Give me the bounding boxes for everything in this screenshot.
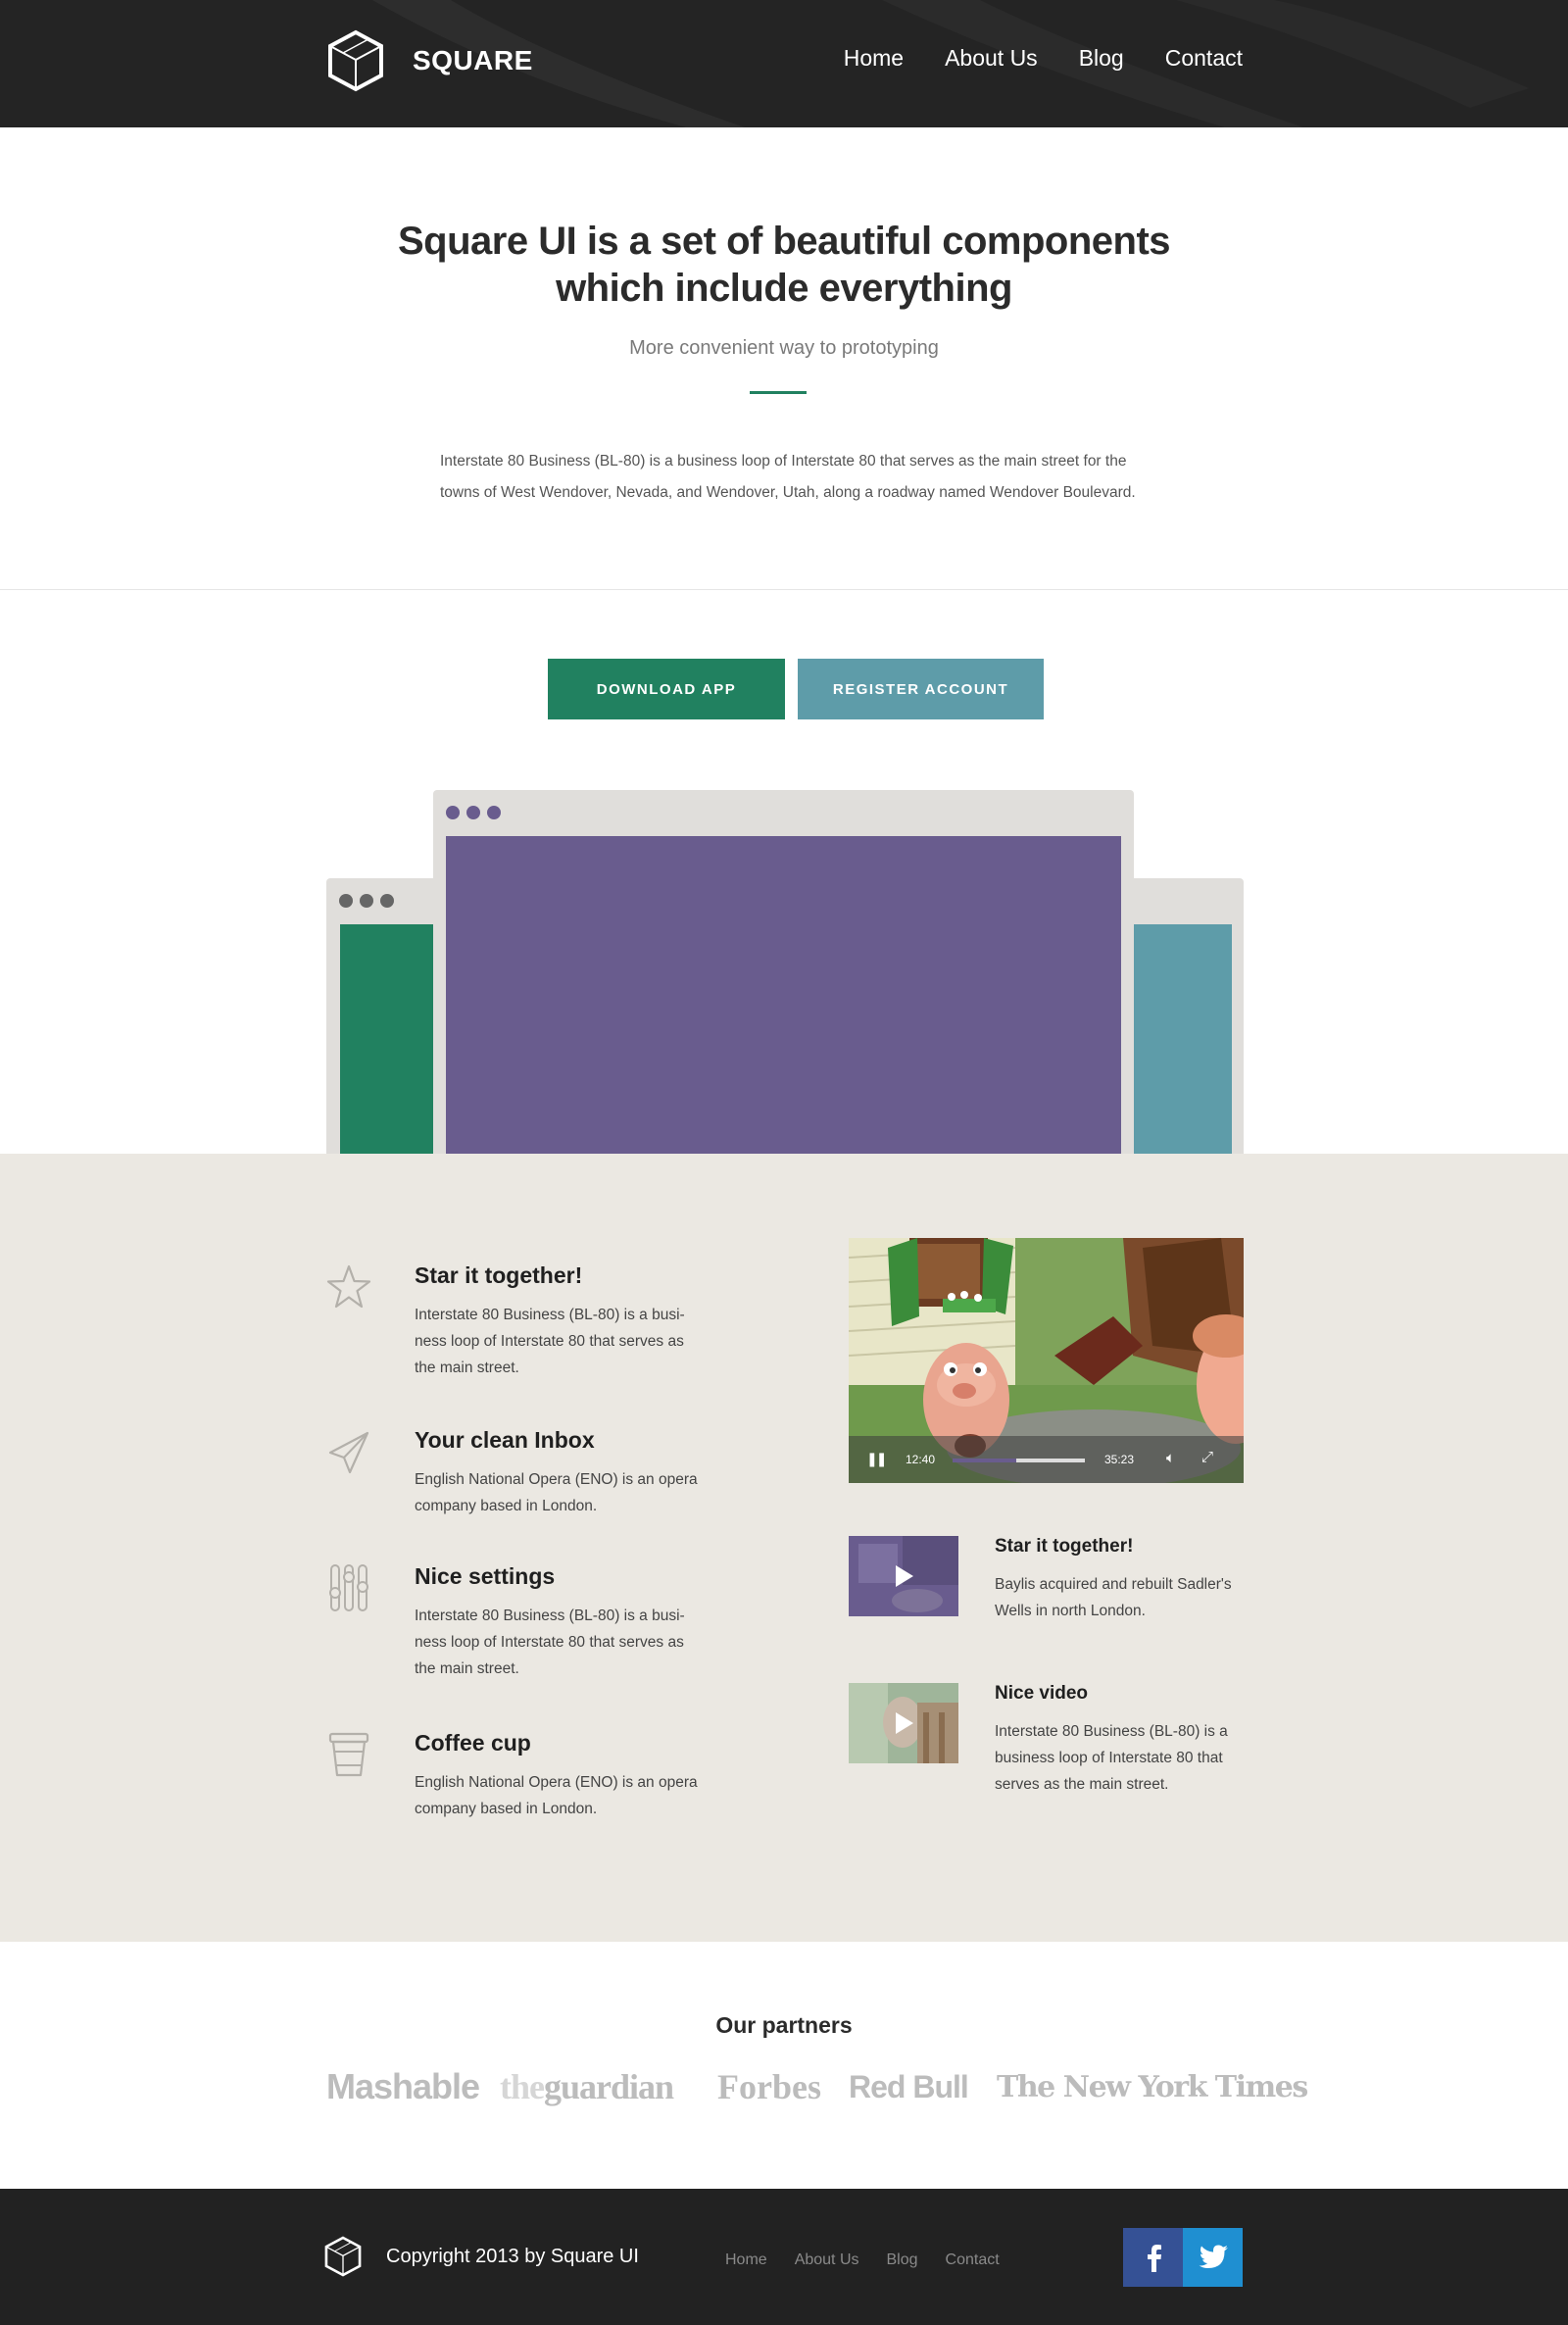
facebook-icon [1147,2245,1161,2272]
nav-contact[interactable]: Contact [1165,45,1243,72]
play-icon [896,1712,913,1734]
video-seek-bar[interactable] [953,1459,1085,1462]
footer-nav-contact[interactable]: Contact [946,2251,1000,2269]
fullscreen-icon[interactable]: ⤢ [1201,1449,1213,1465]
window-dot [360,894,373,908]
browser-pane-green [340,924,434,1155]
footer-copyright: Copyright 2013 by Square UI [386,2245,639,2267]
mini-video-text: Baylis acquired and rebuilt Sadler's Wel… [995,1576,1232,1619]
browser-pane-blue [1134,924,1232,1155]
footer-nav-about-us[interactable]: About Us [795,2251,859,2269]
browser-pane-purple [446,836,1121,1155]
feature-text: English National Opera (ENO) is an opera… [415,1774,698,1817]
video-player[interactable]: ❚❚ 12:40 35:23 🔈︎ ⤢ [849,1238,1244,1483]
hero-title: Square UI is a set of beautiful componen… [0,218,1568,312]
coffee-cup-icon [328,1732,369,1777]
cube-logo-icon [328,29,383,92]
video-current-time: 12:40 [906,1453,936,1466]
star-icon [326,1264,371,1309]
hero-subtitle: More convenient way to prototyping [629,337,939,359]
feature-title: Your clean Inbox [415,1427,595,1453]
window-dot [339,894,353,908]
twitter-button[interactable] [1183,2228,1243,2287]
footer-brand[interactable]: Copyright 2013 by Square UI [323,2236,639,2277]
site-footer: Copyright 2013 by Square UI Home About U… [0,2189,1568,2325]
partners-title: Our partners [715,2012,853,2038]
guardian-logo-name: guardian [544,2067,674,2106]
video-thumbnail[interactable] [849,1683,958,1763]
hero-accent-rule [750,391,807,394]
footer-nav: Home About Us Blog Contact [725,2251,1027,2269]
volume-icon[interactable]: 🔈︎ [1166,1450,1175,1466]
pause-icon[interactable]: ❚❚ [866,1451,888,1467]
twitter-icon [1199,2245,1228,2268]
features-section [0,1154,1568,1942]
mini-video-title: Nice video [995,1683,1089,1704]
video-thumbnail[interactable] [849,1536,958,1616]
nav-home[interactable]: Home [844,45,904,72]
video-control-bar: ❚❚ 12:40 35:23 🔈︎ ⤢ [849,1436,1244,1483]
window-dot [446,806,460,819]
guardian-logo-the: the [500,2067,545,2106]
mini-video-text: Interstate 80 Business (BL-80) is a busi… [995,1723,1228,1793]
feature-text: English National Opera (ENO) is an opera… [415,1471,698,1514]
partner-logos: Mashable theguardian Forbes Red Bull The… [326,2066,1308,2117]
paper-plane-icon [328,1431,369,1474]
guardian-logo[interactable]: theguardian [500,2066,674,2107]
footer-nav-home[interactable]: Home [725,2251,767,2269]
brand-name: SQUARE [413,45,533,75]
hero-title-line-1: Square UI is a set of beautiful componen… [397,220,1171,263]
site-header: SQUARE Home About Us Blog Contact [0,0,1568,127]
nav-blog[interactable]: Blog [1079,45,1124,72]
facebook-button[interactable] [1123,2228,1183,2287]
brand-logo[interactable]: SQUARE [326,29,533,92]
feature-title: Star it together! [415,1262,583,1288]
feature-text: Interstate 80 Business (BL-80) is a busi… [415,1307,685,1376]
cube-logo-icon [324,2236,362,2277]
window-dot [466,806,480,819]
video-progress-fill [953,1459,1016,1462]
download-app-button[interactable]: DOWNLOAD APP [548,659,785,719]
window-dot [487,806,501,819]
hero-description: Interstate 80 Business (BL-80) is a busi… [440,453,1136,501]
feature-title: Nice settings [415,1563,556,1589]
feature-title: Coffee cup [415,1730,531,1756]
footer-nav-blog[interactable]: Blog [887,2251,918,2269]
window-dot [380,894,394,908]
hero-title-line-2: which include everything [556,267,1012,310]
mashable-logo[interactable]: Mashable [326,2066,480,2107]
forbes-logo[interactable]: Forbes [717,2066,821,2107]
section-divider [0,589,1568,590]
main-nav: Home About Us Blog Contact [803,45,1243,72]
register-account-button[interactable]: REGISTER ACCOUNT [798,659,1044,719]
video-duration: 35:23 [1104,1453,1135,1466]
nav-about-us[interactable]: About Us [945,45,1038,72]
mini-video-title: Star it together! [995,1536,1134,1557]
header-texture [372,0,1529,127]
red-bull-logo[interactable]: Red Bull [849,2069,969,2105]
new-york-times-logo[interactable]: The New York Times [997,2070,1308,2104]
feature-text: Interstate 80 Business (BL-80) is a busi… [415,1608,685,1677]
sliders-icon [329,1564,368,1611]
play-icon [896,1565,913,1587]
